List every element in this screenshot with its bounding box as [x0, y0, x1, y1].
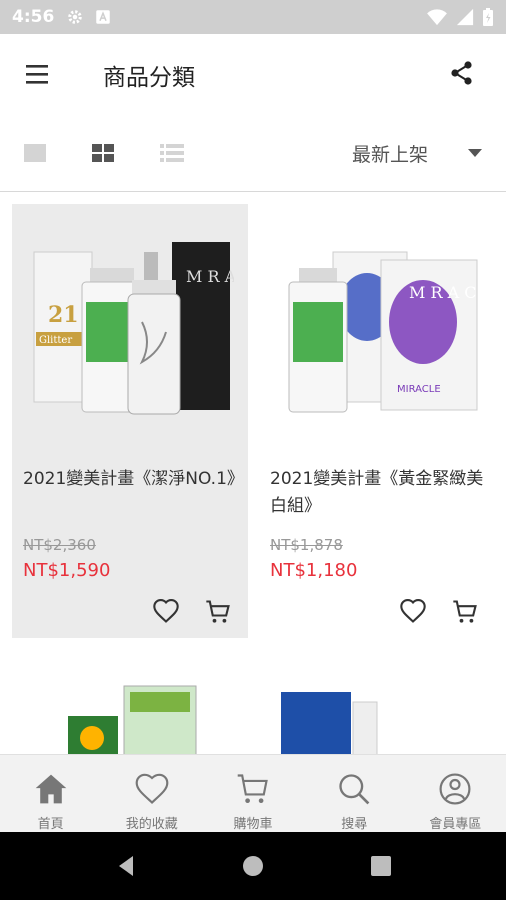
battery-icon [483, 8, 493, 26]
nav-label: 首頁 [37, 817, 64, 832]
single-view-icon [24, 144, 46, 162]
cart-icon [206, 600, 230, 623]
search-icon [339, 774, 370, 805]
home-icon [35, 774, 66, 804]
product-card-partial[interactable] [259, 680, 495, 754]
sale-price: NT$1,590 [23, 560, 111, 581]
settings-icon [68, 10, 83, 24]
product-image-brand-text: MIRACLE [397, 384, 441, 395]
signal-icon [456, 8, 474, 26]
product-image: 21 Glitter M R A C L E [33, 242, 234, 415]
share-icon [451, 61, 472, 85]
status-time: 4:56 [12, 7, 55, 27]
nav-label: 搜尋 [341, 817, 368, 832]
product-card[interactable]: M R A C L E MIRACLE 2021變美計畫《黃金緊緻美白組》 NT… [259, 204, 495, 638]
cart-icon [237, 774, 268, 804]
user-icon [439, 773, 471, 805]
nav-item-member[interactable]: 會員專區 [405, 755, 506, 832]
nav-label: 會員專區 [429, 817, 482, 832]
add-to-cart-button[interactable] [204, 598, 232, 626]
share-button[interactable] [447, 58, 477, 88]
single-view-button[interactable] [22, 140, 50, 168]
nav-label: 我的收藏 [125, 817, 178, 832]
favorite-button[interactable] [399, 597, 427, 625]
list-view-icon [160, 144, 184, 162]
product-name[interactable]: 2021變美計畫《潔淨NO.1》 [23, 466, 244, 493]
recents-button[interactable] [369, 854, 393, 878]
home-circle-icon [243, 856, 263, 876]
sort-dropdown[interactable]: 最新上架 [352, 138, 483, 168]
product-image-box-text: M R A C L E [186, 267, 234, 286]
product-image-glitter-text: Glitter [39, 335, 72, 346]
product-image-21-text: 21 [48, 302, 79, 328]
product-image [281, 692, 378, 754]
status-left-icons [66, 8, 112, 26]
recents-square-icon [371, 856, 391, 876]
system-navigation-bar [0, 832, 506, 900]
back-triangle-icon [119, 856, 133, 876]
hamburger-menu-icon [26, 65, 48, 84]
view-toolbar: 最新上架 [0, 116, 506, 192]
product-image-box-text: M R A C L E [409, 283, 481, 302]
notification-app-icon [96, 10, 111, 24]
product-image: M R A C L E MIRACLE [288, 251, 481, 413]
dropdown-caret-icon [468, 149, 483, 157]
sort-label: 最新上架 [352, 143, 429, 166]
menu-button[interactable] [24, 62, 54, 88]
nav-label: 購物車 [233, 817, 273, 832]
original-price: NT$1,878 [270, 536, 343, 554]
nav-item-favorites[interactable]: 我的收藏 [101, 755, 202, 832]
product-image [68, 685, 197, 754]
add-to-cart-button[interactable] [451, 598, 479, 626]
product-card[interactable]: 21 Glitter M R A C L E 2021變美計畫《潔淨NO.1》 … [12, 204, 248, 638]
heart-icon [135, 773, 169, 804]
grid-view-button[interactable] [90, 140, 118, 168]
sale-price: NT$1,180 [270, 560, 358, 581]
back-button[interactable] [114, 854, 138, 878]
original-price: NT$2,360 [23, 536, 96, 554]
heart-icon [400, 598, 426, 623]
wifi-icon [427, 9, 447, 26]
product-name[interactable]: 2021變美計畫《黃金緊緻美白組》 [270, 466, 486, 520]
nav-item-cart[interactable]: 購物車 [202, 755, 303, 832]
page-title: 商品分類 [103, 65, 195, 91]
nav-item-search[interactable]: 搜尋 [304, 755, 405, 832]
bottom-navigation: 首頁 我的收藏 購物車 搜尋 會員專區 [0, 754, 506, 832]
status-bar: 4:56 [0, 0, 506, 34]
home-system-button[interactable] [241, 854, 265, 878]
heart-icon [153, 598, 179, 623]
grid-view-icon [92, 144, 114, 162]
list-view-button[interactable] [158, 140, 186, 168]
product-card-partial[interactable] [12, 680, 248, 754]
nav-item-home[interactable]: 首頁 [0, 755, 101, 832]
favorite-button[interactable] [152, 597, 180, 625]
cart-icon [453, 600, 477, 623]
app-bar: 商品分類 [0, 34, 506, 116]
product-grid: 21 Glitter M R A C L E 2021變美計畫《潔淨NO.1》 … [0, 192, 506, 754]
status-right-icons [426, 7, 494, 27]
